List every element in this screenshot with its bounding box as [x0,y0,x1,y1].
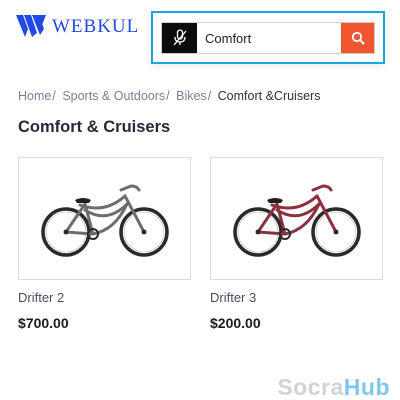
breadcrumb-separator: / [207,89,212,103]
search-input[interactable] [197,23,341,53]
mic-off-icon [173,29,186,46]
product-card[interactable]: Drifter 2 $700.00 [18,157,191,331]
product-card[interactable]: Drifter 3 $200.00 [210,157,383,331]
page: WEBKUL Home/ Sports & Out [0,0,400,400]
watermark-part-1: Socra [277,374,344,400]
breadcrumb-bikes[interactable]: Bikes [176,89,207,103]
search-button[interactable] [341,23,374,53]
breadcrumb-separator: / [166,89,170,103]
search-popover [151,11,385,64]
watermark-part-2: Hub [343,374,390,400]
search-bar [161,22,375,54]
breadcrumb-home[interactable]: Home [18,89,51,103]
red-cruiser-bike-image [232,184,361,257]
voice-search-button[interactable] [162,23,197,53]
product-price: $200.00 [210,315,261,331]
breadcrumb-separator: / [52,89,56,103]
product-name[interactable]: Drifter 3 [210,290,383,305]
watermark-logo: SocraHub [277,374,390,400]
product-image[interactable] [210,157,383,280]
breadcrumb-current: Comfort &Cruisers [217,89,321,103]
product-image[interactable] [18,157,191,280]
search-icon [351,31,364,45]
site-logo[interactable]: WEBKUL [16,14,139,40]
webkul-logo-icon [16,15,46,37]
gray-cruiser-bike-image [40,184,169,257]
logo-text: WEBKUL [52,16,140,37]
page-title: Comfort & Cruisers [18,118,171,136]
product-price: $700.00 [18,315,69,331]
breadcrumb: Home/ Sports & Outdoors/ Bikes/ Comfort … [18,89,320,103]
product-name[interactable]: Drifter 2 [18,290,191,305]
breadcrumb-sports-outdoors[interactable]: Sports & Outdoors [62,89,165,103]
